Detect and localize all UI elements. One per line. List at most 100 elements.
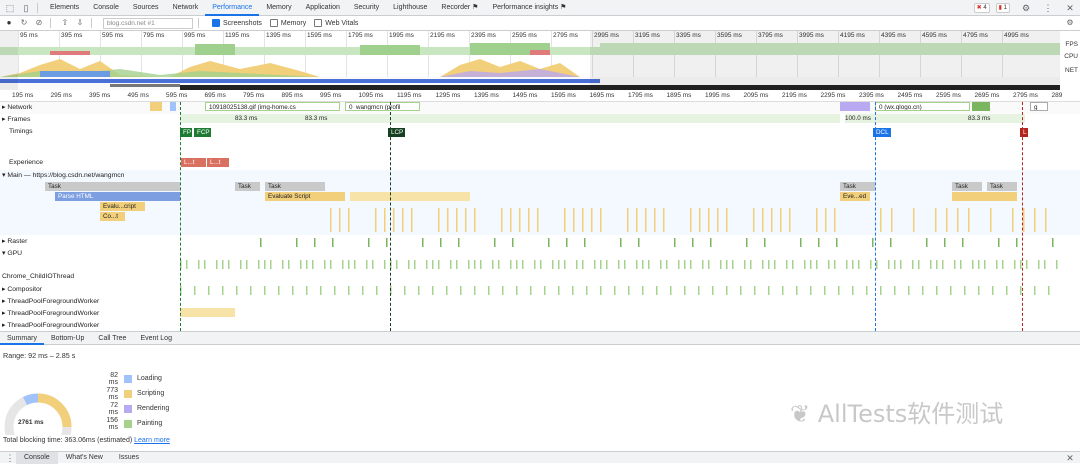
tab-network[interactable]: Network (166, 0, 206, 16)
activity-tick (474, 286, 476, 295)
tab-recorder[interactable]: Recorder ⚑ (434, 0, 485, 16)
activity-tick (576, 260, 578, 269)
activity-tick (768, 260, 770, 269)
activity-tick (348, 208, 350, 232)
activity-tick (208, 286, 210, 295)
activity-tick (438, 260, 440, 269)
activity-tick (726, 286, 728, 295)
settings-gear-icon[interactable]: ⚙ (1064, 17, 1076, 29)
download-icon[interactable]: ⇩ (74, 17, 86, 29)
activity-tick (204, 260, 206, 269)
activity-tick (516, 260, 518, 269)
legend-swatch (124, 419, 132, 428)
error-badge[interactable]: ✖ 4 (973, 3, 990, 13)
drawer-menu-icon[interactable]: ⋮ (4, 452, 16, 464)
checkbox-checked-icon (212, 19, 220, 27)
activity-tick (950, 286, 952, 295)
legend-value: 82 ms (108, 371, 118, 386)
activity-tick (1056, 260, 1058, 269)
activity-tick (194, 286, 196, 295)
legend-label: Painting (137, 420, 163, 427)
tab-bottom-up[interactable]: Bottom-Up (44, 332, 91, 345)
close-icon[interactable]: ✕ (1064, 2, 1076, 14)
tab-elements[interactable]: Elements (43, 0, 86, 16)
activity-tick (447, 208, 449, 232)
activity-tick (573, 208, 575, 232)
activity-tick (438, 208, 440, 232)
web-vitals-checkbox[interactable]: Web Vitals (314, 19, 358, 27)
tab-security[interactable]: Security (347, 0, 386, 16)
screenshots-checkbox[interactable]: Screenshots (212, 19, 262, 27)
upload-icon[interactable]: ⇧ (59, 17, 71, 29)
activity-tick (825, 208, 827, 232)
tab-call-tree[interactable]: Call Tree (91, 332, 133, 345)
activity-tick (762, 260, 764, 269)
tab-performance-insights[interactable]: Performance insights ⚑ (485, 0, 573, 16)
activity-tick (1048, 286, 1050, 295)
tab-memory[interactable]: Memory (259, 0, 298, 16)
activity-tick (780, 208, 782, 232)
warning-badge[interactable]: ▮ 1 (995, 3, 1010, 13)
flame-chart[interactable]: 195 ms 295 ms 395 ms 495 ms 595 ms 695 ms 795 … (0, 90, 1080, 331)
memory-checkbox[interactable]: Memory (269, 19, 306, 27)
activity-tick (320, 286, 322, 295)
close-drawer-icon[interactable]: ✕ (1064, 452, 1076, 464)
tab-application[interactable]: Application (299, 0, 347, 16)
activity-tick (465, 208, 467, 232)
tab-console[interactable]: Console (86, 0, 126, 16)
activity-tick (866, 286, 868, 295)
activity-tick (699, 208, 701, 232)
activity-tick (876, 260, 878, 269)
activity-tick (258, 260, 260, 269)
activity-tick (432, 286, 434, 295)
drawer-tab-console[interactable]: Console (16, 451, 58, 464)
overview-tick-label: 1995 ms (389, 32, 414, 39)
activity-tick (282, 260, 284, 269)
activity-tick (456, 260, 458, 269)
summary-panel: Range: 92 ms – 2.85 s 2761 ms 82 ms Loadi… (0, 345, 1080, 448)
watermark: ❦ AllTests软件测试 (790, 400, 1004, 428)
clear-icon[interactable]: ⊘ (33, 17, 45, 29)
timeline-overview[interactable]: 95 ms 395 ms 595 ms 795 ms 995 ms 1195 ms 1395… (0, 31, 1080, 90)
drawer-tab-whats-new[interactable]: What's New (58, 452, 111, 464)
tab-summary[interactable]: Summary (0, 332, 44, 345)
activity-tick (1034, 286, 1036, 295)
activity-tick (600, 286, 602, 295)
device-toggle-icon[interactable]: ▯ (20, 2, 32, 14)
activity-tick (372, 260, 374, 269)
reload-icon[interactable]: ↻ (18, 17, 30, 29)
activity-tick (800, 238, 802, 247)
activity-tick (834, 260, 836, 269)
activity-tick (474, 260, 476, 269)
tab-bar-right: ✖ 4 ▮ 1 ⚙ ⋮ ✕ (973, 2, 1076, 14)
activity-tick (627, 208, 629, 232)
drawer-tab-issues[interactable]: Issues (111, 452, 147, 464)
activity-tick (972, 260, 974, 269)
overview-tick-label: 1595 ms (307, 32, 332, 39)
overview-tick-label: 2195 ms (430, 32, 455, 39)
tab-performance[interactable]: Performance (205, 0, 260, 16)
activity-tick (422, 238, 424, 247)
activity-tick (582, 208, 584, 232)
overview-tick-label: 95 ms (20, 32, 38, 39)
tab-lighthouse[interactable]: Lighthouse (386, 0, 434, 16)
activity-tick (890, 238, 892, 247)
activity-tick (852, 286, 854, 295)
activity-tick (922, 286, 924, 295)
tab-event-log[interactable]: Event Log (133, 332, 179, 345)
activity-tick (1016, 238, 1018, 247)
devtools-tab-bar: ⬚ ▯ Elements Console Sources Network Per… (0, 0, 1080, 16)
learn-more-link[interactable]: Learn more (134, 437, 170, 444)
activity-tick (474, 208, 476, 232)
recording-select[interactable]: blog.csdn.net #1 (103, 17, 193, 29)
tab-sources[interactable]: Sources (126, 0, 166, 16)
activity-tick (628, 286, 630, 295)
activity-tick (935, 208, 937, 232)
inspect-icon[interactable]: ⬚ (4, 2, 16, 14)
gear-icon[interactable]: ⚙ (1020, 2, 1032, 14)
more-icon[interactable]: ⋮ (1042, 2, 1054, 14)
activity-tick (528, 208, 530, 232)
activity-tick (888, 260, 890, 269)
record-icon[interactable]: ● (3, 17, 15, 29)
activity-tick (804, 260, 806, 269)
